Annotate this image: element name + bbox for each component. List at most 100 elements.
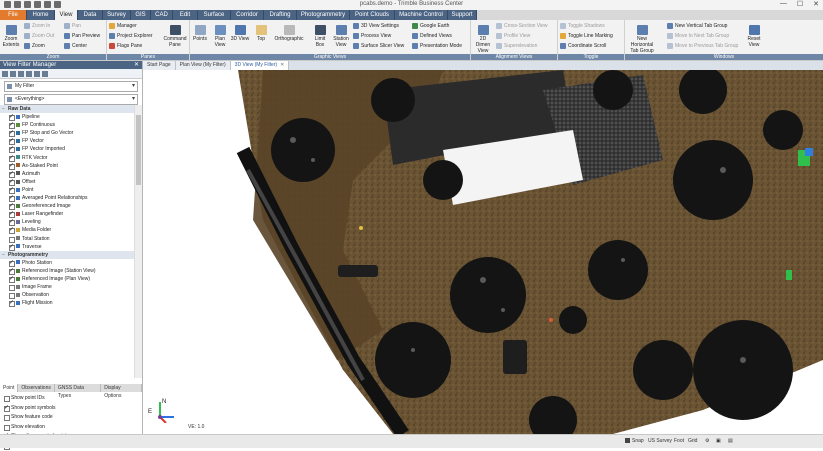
point-option[interactable]: Show feature code (2, 413, 140, 423)
tree-item[interactable]: FP Continuous (0, 121, 134, 129)
option-checkbox[interactable] (4, 425, 10, 431)
tree-item[interactable]: Offset (0, 178, 134, 186)
option-checkbox[interactable] (4, 406, 10, 412)
view-icon[interactable]: ▤ (728, 437, 733, 445)
tab-cad[interactable]: CAD (151, 10, 173, 20)
visibility-checkbox[interactable] (9, 139, 15, 145)
tree-item[interactable]: Referenced Image (Plan View) (0, 275, 134, 283)
visibility-checkbox[interactable] (9, 277, 15, 283)
points-button[interactable]: Points (190, 25, 210, 42)
visibility-checkbox[interactable] (9, 204, 15, 210)
3d-view-button[interactable]: 3D View (230, 25, 250, 42)
tab-observations[interactable]: Observations (18, 384, 54, 392)
close-panel-icon[interactable]: ✕ (134, 61, 139, 69)
tree-item[interactable]: Observation (0, 291, 134, 299)
center-button[interactable]: Center (64, 42, 87, 50)
visibility-checkbox[interactable] (9, 269, 15, 275)
toggle-shadows-button[interactable]: Toggle Shadows (560, 22, 605, 30)
tab-support[interactable]: Support (448, 10, 477, 20)
tree-item[interactable]: As-Staked Point (0, 162, 134, 170)
station-view-button[interactable]: Station View (331, 25, 351, 48)
zoom-button[interactable]: Zoom (24, 42, 45, 50)
export-filter-icon[interactable] (34, 71, 40, 77)
reset-view-button[interactable]: Reset View (743, 25, 765, 48)
top-view-button[interactable]: Top (251, 25, 271, 42)
tab-display-options[interactable]: Display Options (101, 384, 142, 392)
minimize-button[interactable]: — (780, 0, 787, 8)
filter-options-icon[interactable] (42, 71, 48, 77)
tree-item[interactable]: Traverse (0, 243, 134, 251)
tab-point-clouds[interactable]: Point Clouds (350, 10, 395, 20)
pan-preview-button[interactable]: Pan Preview (64, 32, 100, 40)
visibility-checkbox[interactable] (9, 172, 15, 178)
command-pane-button[interactable]: Command Pane (162, 25, 188, 48)
zoom-in-button[interactable]: Zoom In (24, 22, 50, 30)
tab-home[interactable]: Home (27, 10, 55, 20)
tree-item[interactable]: Georeferenced Image (0, 202, 134, 210)
toggle-line-marking-button[interactable]: Toggle Line Marking (560, 32, 613, 40)
2d-dimen-view-button[interactable]: 2D Dimen View (473, 25, 493, 54)
move-to-next-tab-group-button[interactable]: Move to Next Tab Group (667, 32, 729, 40)
tab-gnss-data-types[interactable]: GNSS Data Types (55, 384, 101, 392)
tree-item[interactable]: Azimuth (0, 170, 134, 178)
new-horizontal-tab-group-button[interactable]: New Horizontal Tab Group (626, 25, 658, 54)
tree-section-header[interactable]: −Raw Data (0, 105, 134, 113)
visibility-checkbox[interactable] (9, 180, 15, 186)
tree-item[interactable]: Photo Station (0, 259, 134, 267)
tab-edit[interactable]: Edit (173, 10, 198, 20)
point-option[interactable]: Show elevation (2, 423, 140, 433)
settings-icon[interactable]: ⚙ (705, 437, 709, 445)
tab-file[interactable]: File (0, 10, 27, 20)
tab-survey[interactable]: Survey (103, 10, 131, 20)
tree-item[interactable]: Flight Mission (0, 299, 134, 307)
plan-view-button[interactable]: Plan View (210, 25, 230, 48)
flags-pane-button[interactable]: Flags Pane (109, 42, 142, 50)
project-explorer-button[interactable]: Project Explorer (109, 32, 153, 40)
tab-drafting[interactable]: Drafting (264, 10, 297, 20)
visibility-checkbox[interactable] (9, 285, 15, 291)
profile-view-button[interactable]: Profile View (496, 32, 530, 40)
zoom-out-button[interactable]: Zoom Out (24, 32, 54, 40)
visibility-checkbox[interactable] (9, 196, 15, 202)
maximize-button[interactable]: ☐ (797, 0, 803, 8)
tree-item[interactable]: Image Frame (0, 283, 134, 291)
filter-select[interactable]: My Filter ▾ (4, 81, 138, 92)
tree-item[interactable]: RTK Vector (0, 154, 134, 162)
presentation-mode-button[interactable]: Presentation Mode (412, 42, 462, 50)
visibility-checkbox[interactable] (9, 156, 15, 162)
tab-data[interactable]: Data (78, 10, 103, 20)
tree-item[interactable]: Total Station (0, 235, 134, 243)
superelevation-button[interactable]: Superelevation (496, 42, 537, 50)
point-option[interactable]: Show point symbols (2, 404, 140, 414)
layout-icon[interactable]: ▣ (716, 437, 721, 445)
visibility-checkbox[interactable] (9, 147, 15, 153)
visibility-checkbox[interactable] (9, 228, 15, 234)
orthographic-button[interactable]: Orthographic (272, 25, 306, 42)
cross-section-view-button[interactable]: Cross-Section View (496, 22, 548, 30)
visibility-checkbox[interactable] (9, 301, 15, 307)
google-earth-button[interactable]: Google Earth (412, 22, 449, 30)
snap-toggle[interactable]: Snap (625, 437, 644, 445)
tree-item[interactable]: Averaged Point Relationships (0, 194, 134, 202)
new-filter-icon[interactable] (2, 71, 8, 77)
import-filter-icon[interactable] (26, 71, 32, 77)
coordinate-system[interactable]: US Survey (648, 437, 672, 445)
everything-select[interactable]: <Everything> ▾ (4, 94, 138, 105)
unit-indicator[interactable]: Foot (674, 437, 684, 445)
move-to-previous-tab-group-button[interactable]: Move to Previous Tab Group (667, 42, 738, 50)
tab-view[interactable]: View (55, 10, 78, 20)
visibility-checkbox[interactable] (9, 261, 15, 267)
tree-item[interactable]: Pipeline (0, 113, 134, 121)
tab-plan-view[interactable]: Plan View (My Filter) (176, 61, 231, 70)
close-tab-icon[interactable]: ✕ (280, 62, 284, 68)
tree-item[interactable]: Leveling (0, 218, 134, 226)
tab-surface[interactable]: Surface (198, 10, 231, 20)
tree-item[interactable]: FP Vector Imported (0, 145, 134, 153)
close-window-button[interactable]: ✕ (813, 0, 819, 8)
tree-scrollbar[interactable] (134, 105, 142, 378)
grid-indicator[interactable]: Grid (688, 437, 697, 445)
pan-button[interactable]: Pan (64, 22, 81, 30)
manager-button[interactable]: Manager (109, 22, 137, 30)
option-checkbox[interactable] (4, 396, 10, 402)
tab-corridor[interactable]: Corridor (231, 10, 264, 20)
